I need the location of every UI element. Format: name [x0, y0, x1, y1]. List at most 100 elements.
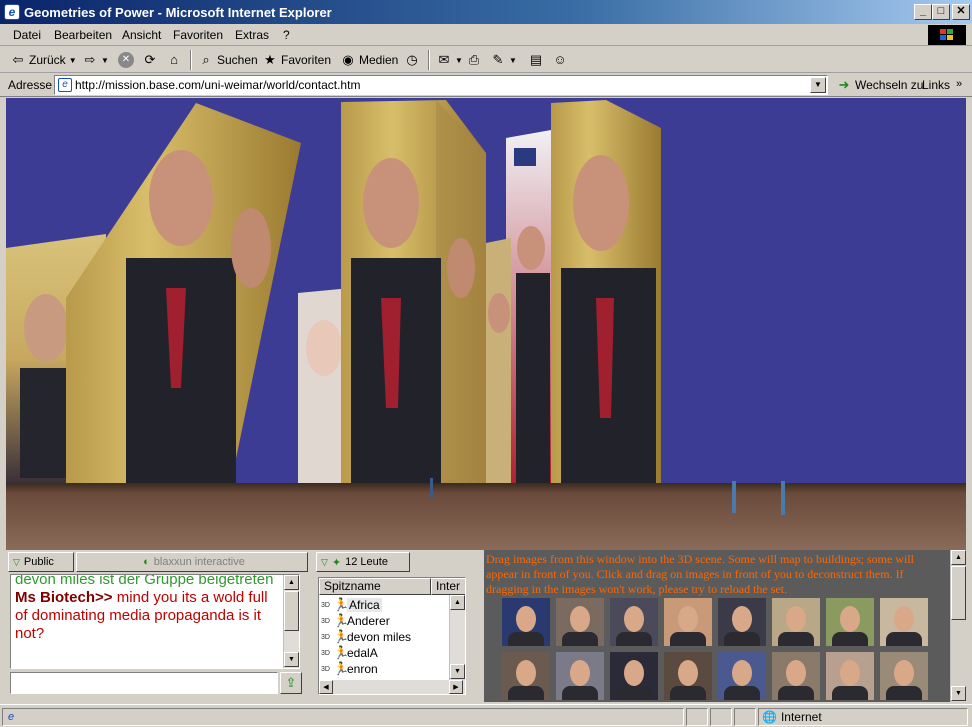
media-button[interactable]: ◉ Medien: [340, 51, 398, 69]
image-thumbnail[interactable]: [826, 598, 874, 646]
image-thumbnail[interactable]: [718, 598, 766, 646]
user-row[interactable]: 3D 🏃 enron: [321, 661, 378, 677]
scroll-down-button[interactable]: ▼: [284, 652, 299, 667]
address-url[interactable]: http://mission.base.com/uni-weimar/world…: [75, 78, 360, 92]
3d-scene[interactable]: [6, 98, 966, 550]
user-list[interactable]: Spitzname Inter 3D 🏃 Africa 3D 🏃 Anderer 3D 🏃…: [318, 577, 466, 695]
image-thumbnail[interactable]: [772, 598, 820, 646]
user-row[interactable]: 3D 🏃 Africa: [321, 597, 382, 613]
address-dropdown-button[interactable]: ▼: [810, 77, 826, 93]
column-header-nickname[interactable]: Spitzname: [319, 578, 431, 595]
image-thumbnail[interactable]: [556, 598, 604, 646]
user-name: devon miles: [347, 630, 412, 644]
title-bar[interactable]: e Geometries of Power - Microsoft Intern…: [0, 0, 972, 24]
windows-logo: [928, 25, 966, 45]
favorites-label: Favoriten: [281, 53, 332, 67]
home-button[interactable]: ⌂: [166, 51, 182, 69]
stop-icon: ✕: [118, 52, 134, 68]
portrait-body: [562, 686, 598, 700]
portrait-face: [570, 606, 590, 632]
blaxxun-logo-icon: ◐: [143, 556, 150, 568]
dropdown-arrow-icon[interactable]: ▼: [455, 56, 463, 65]
images-scrollbar[interactable]: ▲ ▼: [950, 550, 966, 702]
dropdown-arrow-icon[interactable]: ▼: [101, 56, 109, 65]
avatar-figure[interactable]: [732, 481, 736, 513]
scroll-down-button[interactable]: ▼: [951, 686, 966, 701]
stop-button[interactable]: ✕: [118, 51, 134, 69]
go-button[interactable]: ➜ Wechseln zu: [836, 77, 924, 93]
user-name: enron: [347, 662, 378, 676]
tab-public[interactable]: ▽ Public: [8, 552, 74, 572]
user-row[interactable]: 3D 🏃 devon miles: [321, 629, 411, 645]
chat-log[interactable]: devon miles ist der Gruppe beigetreten M…: [10, 574, 300, 669]
discuss-button[interactable]: ▤: [528, 51, 544, 69]
portrait-face: [894, 606, 914, 632]
image-thumbnail[interactable]: [880, 598, 928, 646]
image-thumbnail[interactable]: [718, 652, 766, 700]
dropdown-arrow-icon[interactable]: ▼: [509, 56, 517, 65]
users-scrollbar[interactable]: ▲ ▼: [449, 595, 465, 680]
3d-tag: 3D: [321, 601, 330, 609]
menu-ansicht[interactable]: Ansicht: [122, 28, 161, 42]
refresh-button[interactable]: ⟳: [142, 51, 158, 69]
scroll-up-button[interactable]: ▲: [951, 550, 966, 565]
favorites-button[interactable]: ★ Favoriten: [262, 51, 331, 69]
scroll-thumb[interactable]: [284, 591, 299, 631]
minimize-button[interactable]: _: [914, 4, 932, 20]
address-input[interactable]: e http://mission.base.com/uni-weimar/wor…: [54, 75, 828, 95]
mail-button[interactable]: ✉ ▼: [436, 51, 463, 69]
image-thumbnail[interactable]: [610, 598, 658, 646]
address-label: Adresse: [8, 78, 53, 92]
history-button[interactable]: ◷: [404, 51, 420, 69]
scroll-thumb[interactable]: [951, 566, 966, 620]
search-button[interactable]: ⌕ Suchen: [198, 51, 257, 69]
links-button[interactable]: Links: [922, 78, 950, 92]
tab-users[interactable]: ▽ ✦ 12 Leute: [316, 552, 410, 572]
column-header-inter[interactable]: Inter: [431, 578, 465, 595]
image-thumbnail[interactable]: [664, 598, 712, 646]
avatar-figure[interactable]: [781, 481, 785, 515]
image-thumbnail[interactable]: [664, 652, 712, 700]
send-icon: ⇪: [285, 675, 297, 690]
menu-bar: Datei Bearbeiten Ansicht Favoriten Extra…: [0, 24, 972, 46]
3d-viewport[interactable]: [6, 98, 966, 550]
close-button[interactable]: ✕: [952, 4, 970, 20]
chat-scrollbar[interactable]: ▲ ▼: [283, 575, 299, 668]
portrait-body: [886, 686, 922, 700]
image-thumbnail[interactable]: [880, 652, 928, 700]
image-thumbnail[interactable]: [502, 652, 550, 700]
chat-input[interactable]: [10, 672, 278, 694]
menu-extras[interactable]: Extras: [235, 28, 269, 42]
avatar-figure[interactable]: [430, 478, 433, 498]
edit-button[interactable]: ✎ ▼: [490, 51, 517, 69]
menu-bearbeiten[interactable]: Bearbeiten: [54, 28, 112, 42]
maximize-button[interactable]: □: [932, 4, 950, 20]
scroll-right-button[interactable]: ▶: [449, 680, 463, 694]
users-hscrollbar[interactable]: ◀ ▶: [319, 680, 465, 694]
menu-help[interactable]: ?: [283, 28, 290, 42]
scroll-up-button[interactable]: ▲: [450, 595, 465, 610]
send-button[interactable]: ⇪: [280, 672, 302, 694]
image-thumbnail[interactable]: [502, 598, 550, 646]
image-thumbnail[interactable]: [826, 652, 874, 700]
scroll-left-button[interactable]: ◀: [319, 680, 333, 694]
image-thumbnail[interactable]: [772, 652, 820, 700]
chat-message: Ms Biotech>> mind you its a wold full of…: [15, 589, 281, 643]
print-button[interactable]: ⎙: [466, 51, 482, 69]
image-thumbnail[interactable]: [556, 652, 604, 700]
messenger-button[interactable]: ☺: [552, 51, 568, 69]
tab-blaxxun[interactable]: ◐ blaxxun interactive: [76, 552, 308, 572]
chevron-right-icon[interactable]: »: [956, 78, 962, 90]
back-button[interactable]: ⇦ Zurück ▼: [10, 51, 77, 69]
images-panel[interactable]: Drag images from this window into the 3D…: [484, 550, 966, 702]
scroll-down-button[interactable]: ▼: [450, 664, 465, 679]
forward-button[interactable]: ⇨ ▼: [82, 51, 109, 69]
dropdown-arrow-icon[interactable]: ▼: [69, 56, 77, 65]
ground-plane: [6, 483, 966, 550]
menu-datei[interactable]: Datei: [13, 28, 41, 42]
user-row[interactable]: 3D 🏃 edalA: [321, 645, 378, 661]
user-row[interactable]: 3D 🏃 Anderer: [321, 613, 390, 629]
menu-favoriten[interactable]: Favoriten: [173, 28, 223, 42]
image-thumbnail[interactable]: [610, 652, 658, 700]
scroll-up-button[interactable]: ▲: [284, 575, 299, 590]
